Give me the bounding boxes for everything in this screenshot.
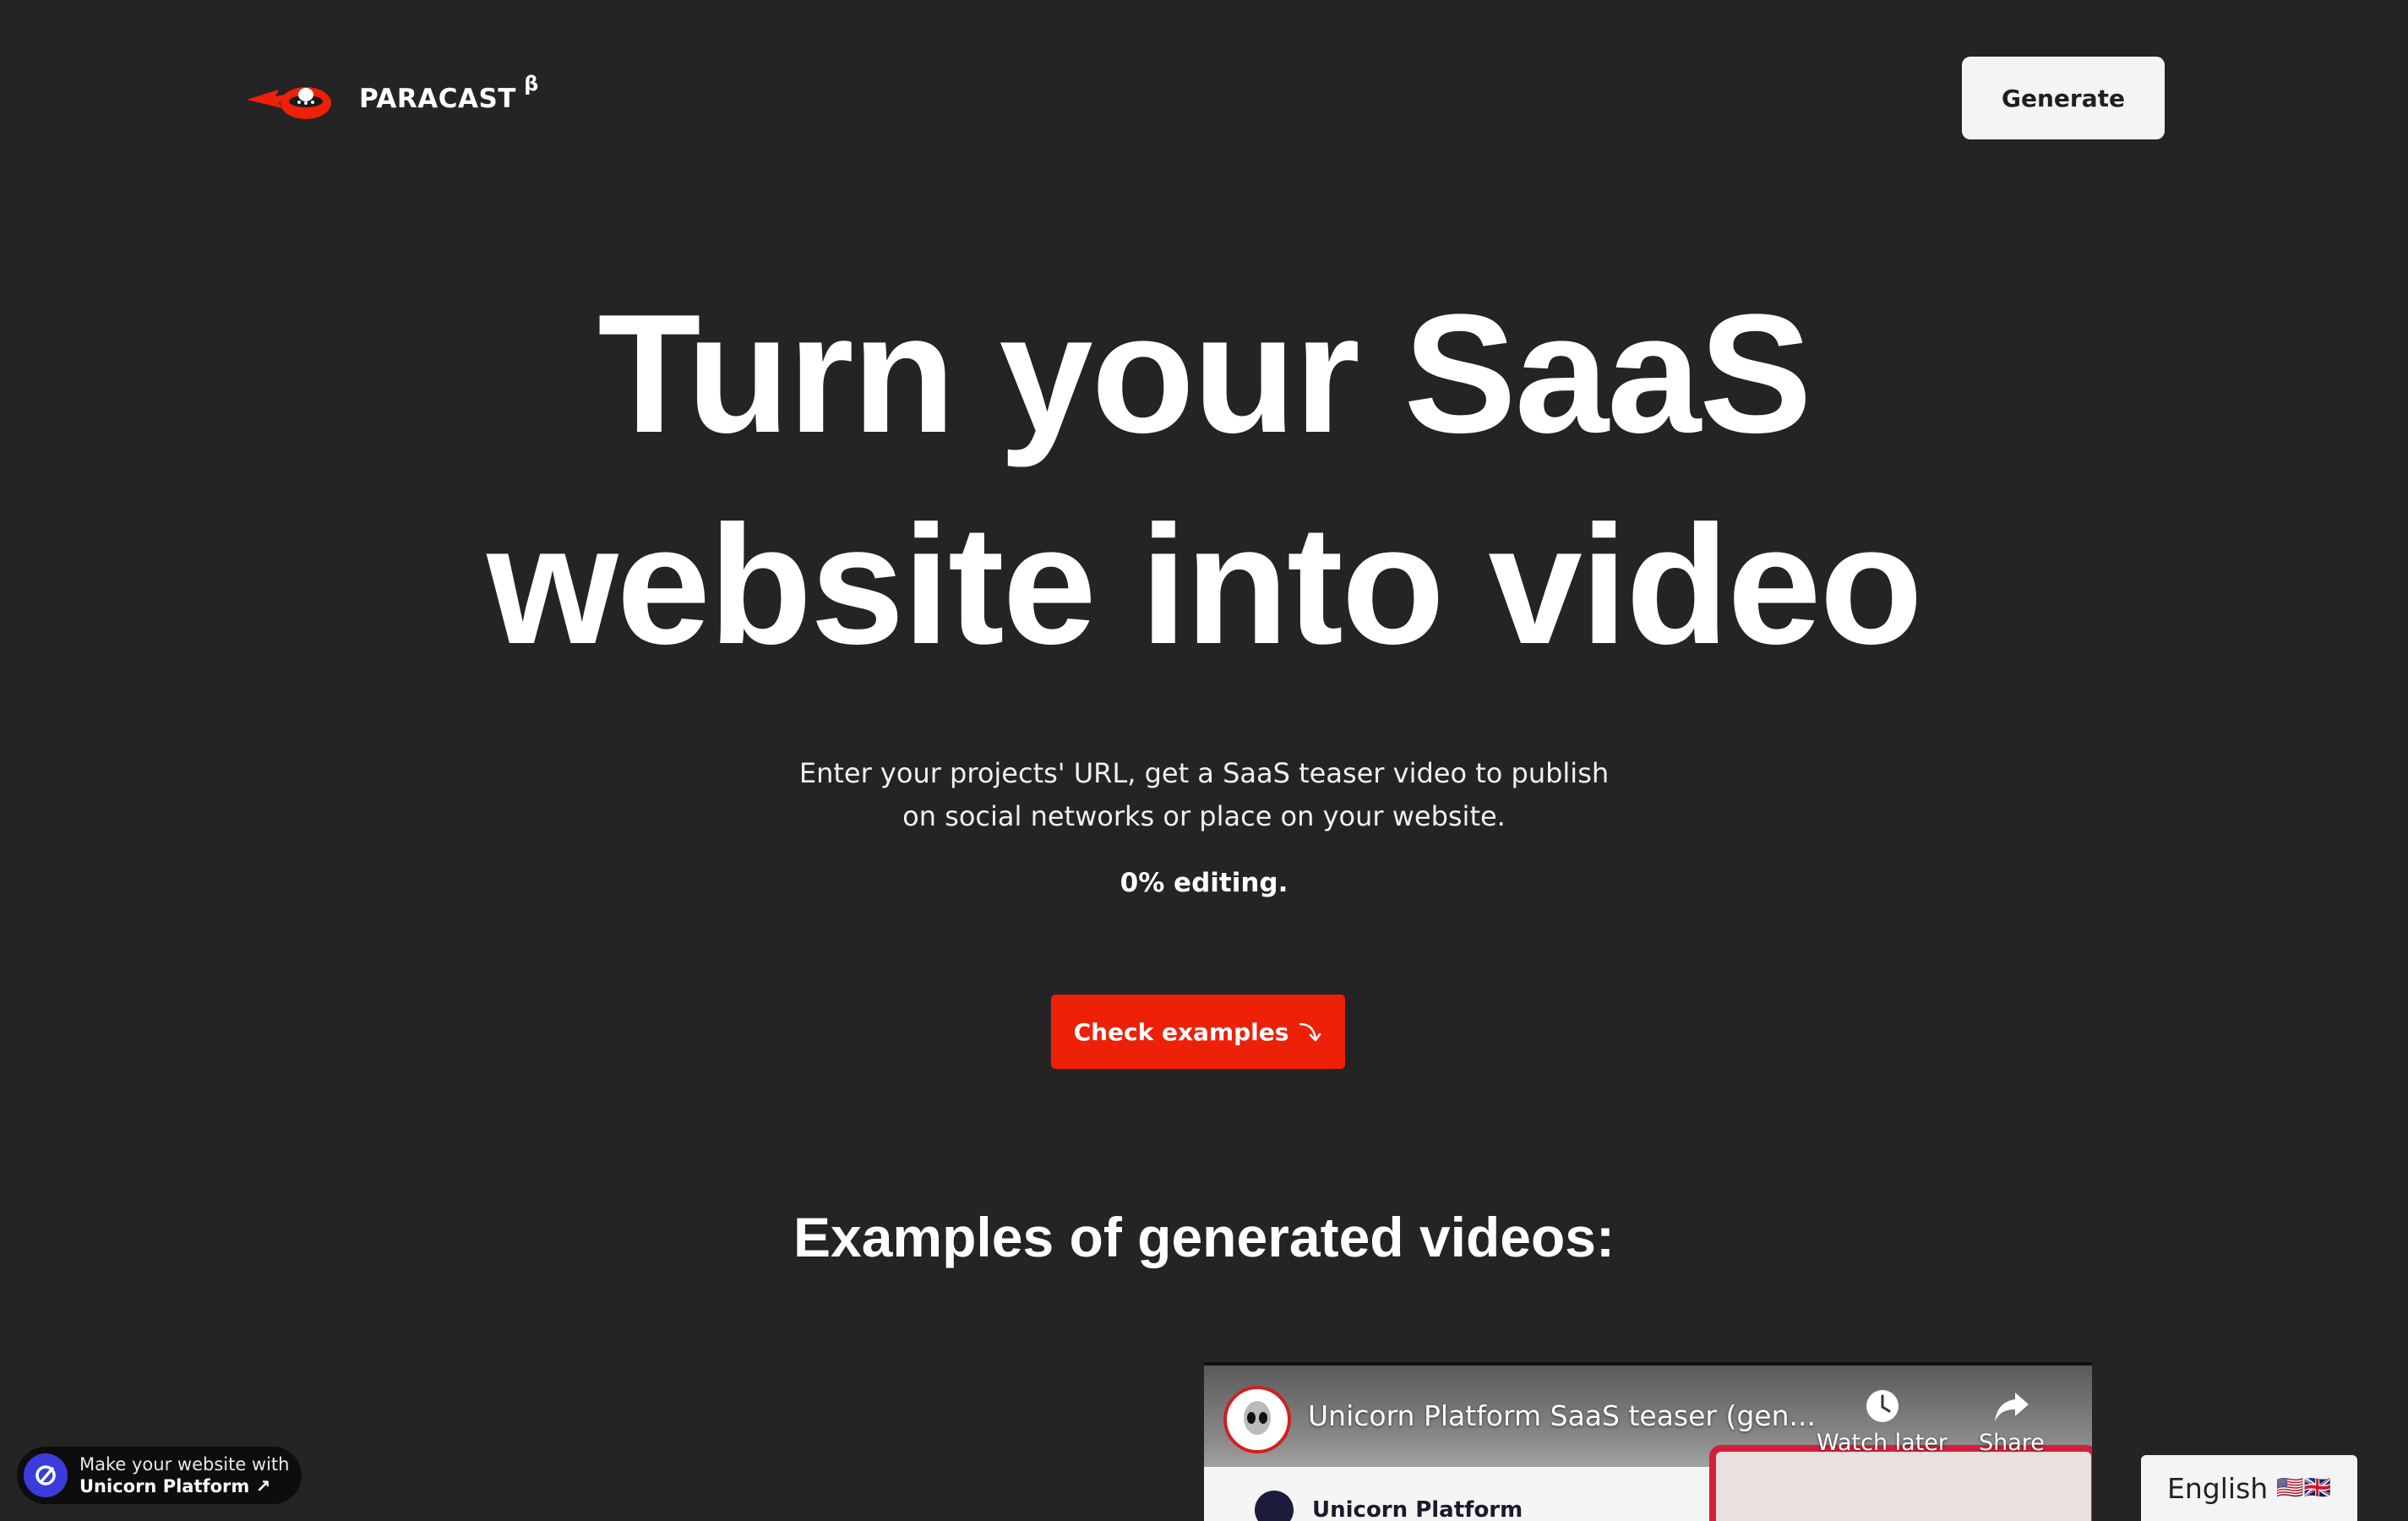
language-selector[interactable]: English 🇺🇸🇬🇧 bbox=[2141, 1455, 2357, 1521]
clock-icon bbox=[1866, 1390, 1899, 1422]
hero-emphasis: 0% editing. bbox=[1120, 868, 1288, 898]
badge-line1: Make your website with bbox=[79, 1454, 290, 1475]
alien-icon bbox=[1244, 1401, 1271, 1435]
video-channel-name: Unicorn Platform bbox=[1312, 1497, 1523, 1521]
watch-later-button[interactable]: Watch later bbox=[1817, 1387, 1948, 1456]
curved-arrow-down-icon bbox=[1299, 1022, 1321, 1042]
video-channel: Unicorn Platform bbox=[1255, 1491, 1523, 1521]
brand-logo[interactable]: PARACAST β bbox=[245, 72, 539, 123]
hero-subtitle-line2: on social networks or place on your webs… bbox=[902, 800, 1506, 832]
video-player[interactable]: Unicorn Platform SaaS teaser (gen... Wat… bbox=[1204, 1362, 2092, 1521]
check-examples-label: Check examples bbox=[1073, 1017, 1289, 1046]
check-examples-button[interactable]: Check examples bbox=[1051, 995, 1345, 1069]
share-arrow-icon bbox=[1994, 1393, 2029, 1421]
ufo-rocket-icon bbox=[247, 87, 331, 119]
channel-avatar[interactable] bbox=[1223, 1386, 1291, 1453]
badge-text: Make your website with Unicorn Platform … bbox=[79, 1453, 289, 1497]
hero-subtitle-line1: Enter your projects' URL, get a SaaS tea… bbox=[798, 757, 1610, 789]
language-label: English bbox=[2167, 1472, 2269, 1505]
hero-title-line1: Turn your SaaS bbox=[597, 280, 1811, 468]
watch-later-label: Watch later bbox=[1817, 1430, 1948, 1456]
generate-button[interactable]: Generate bbox=[1962, 57, 2165, 139]
video-laptop-preview bbox=[1709, 1445, 2092, 1521]
share-button[interactable]: Share bbox=[1979, 1387, 2045, 1456]
unicorn-logo-icon bbox=[24, 1453, 68, 1497]
hero-title: Turn your SaaS website into video bbox=[0, 269, 2408, 691]
hero-title-line2: website into video bbox=[487, 491, 1923, 679]
unicorn-platform-badge[interactable]: Make your website with Unicorn Platform … bbox=[17, 1447, 302, 1504]
hero-subtitle: Enter your projects' URL, get a SaaS tea… bbox=[0, 752, 2408, 838]
badge-line2: Unicorn Platform ↗ bbox=[79, 1476, 271, 1496]
channel-logo-icon bbox=[1255, 1491, 1294, 1521]
beta-badge: β bbox=[524, 72, 539, 95]
examples-title: Examples of generated videos: bbox=[793, 1206, 1615, 1268]
language-flags: 🇺🇸🇬🇧 bbox=[2276, 1475, 2331, 1501]
video-title[interactable]: Unicorn Platform SaaS teaser (gen... bbox=[1308, 1399, 1816, 1432]
share-label: Share bbox=[1979, 1430, 2045, 1456]
brand-name: PARACAST β bbox=[359, 72, 539, 114]
